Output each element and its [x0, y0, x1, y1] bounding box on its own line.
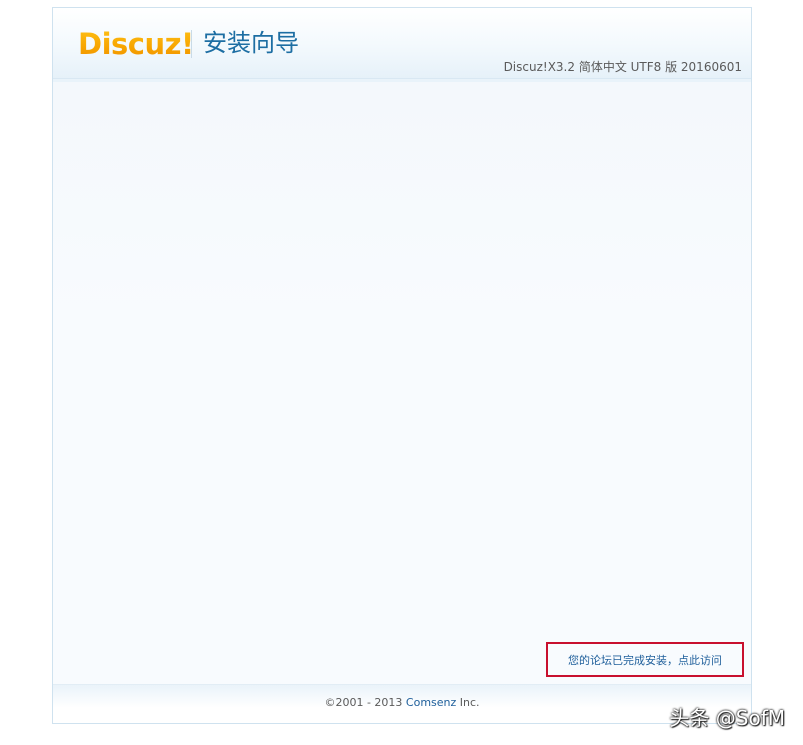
watermark: 头条 @SofM [669, 706, 785, 730]
main-content: 您的论坛已完成安装，点此访问 [53, 82, 751, 686]
header: Discuz! 安装向导 Discuz!X3.2 简体中文 UTF8 版 201… [53, 8, 751, 79]
install-wizard-window: Discuz! 安装向导 Discuz!X3.2 简体中文 UTF8 版 201… [52, 7, 752, 724]
discuz-logo: Discuz! [78, 27, 194, 61]
visit-forum-link[interactable]: 您的论坛已完成安装，点此访问 [568, 652, 722, 668]
install-complete-highlight: 您的论坛已完成安装，点此访问 [546, 642, 744, 677]
version-label: Discuz!X3.2 简体中文 UTF8 版 20160601 [503, 60, 742, 74]
copyright-prefix: ©2001 - 2013 [324, 696, 403, 709]
logo-divider [191, 30, 192, 58]
wizard-title: 安装向导 [203, 29, 299, 57]
copyright-suffix: Inc. [459, 696, 480, 709]
comsenz-link[interactable]: Comsenz [406, 696, 456, 709]
footer: ©2001 - 2013 Comsenz Inc. [53, 684, 751, 723]
